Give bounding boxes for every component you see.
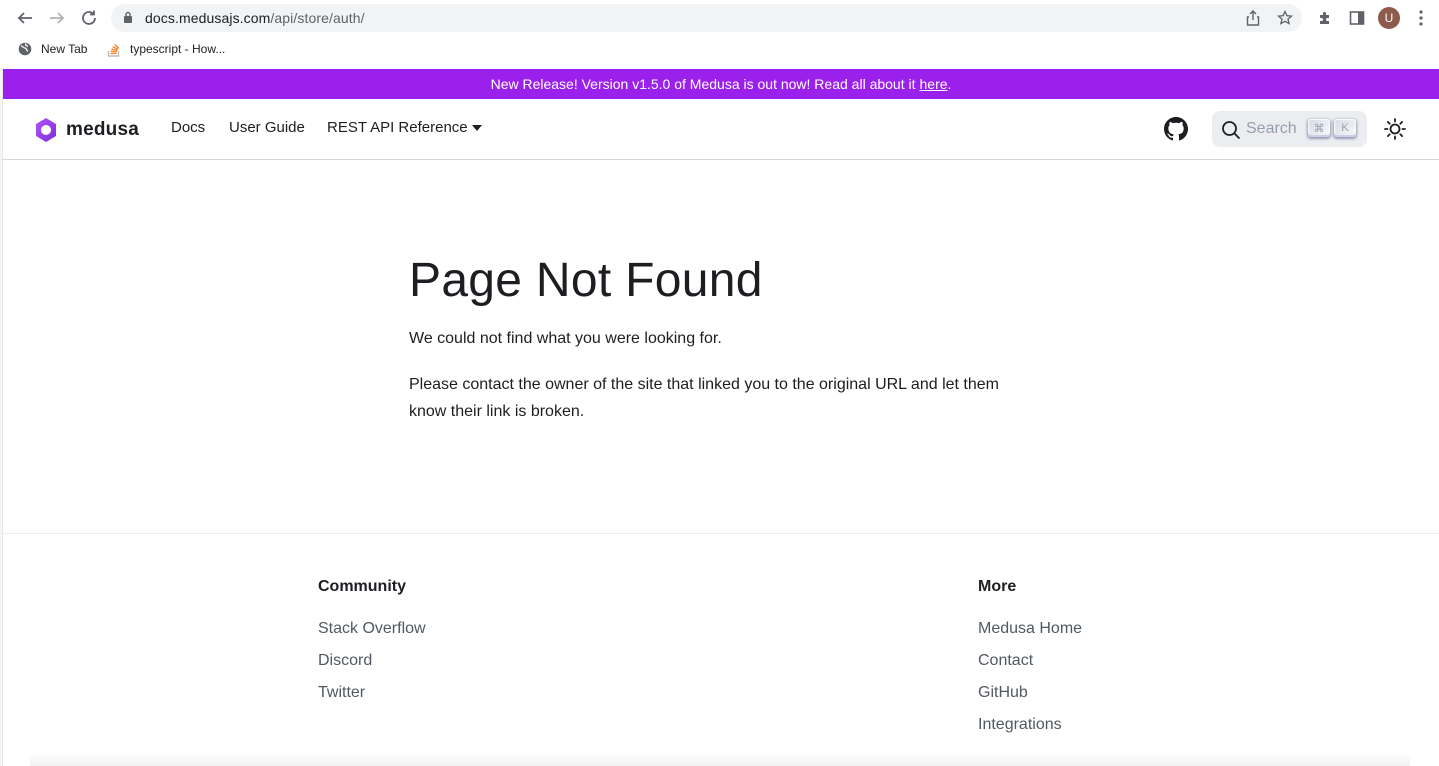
medusa-logo-icon: [36, 118, 56, 142]
github-icon[interactable]: [1164, 117, 1188, 141]
announcement-suffix: .: [947, 76, 952, 92]
footer-link-contact[interactable]: Contact: [978, 652, 1033, 670]
globe-icon: [17, 41, 33, 57]
stackoverflow-icon: [106, 41, 122, 57]
share-icon[interactable]: [1245, 10, 1261, 26]
browser-toolbar: docs.medusajs.com/api/store/auth/ U: [0, 0, 1439, 36]
footer-link-medusa-home[interactable]: Medusa Home: [978, 620, 1082, 638]
footer-community-title: Community: [318, 578, 406, 595]
bookmark-new-tab[interactable]: New Tab: [17, 41, 87, 57]
extensions-icon[interactable]: [1315, 8, 1335, 28]
bottom-shadow: [30, 752, 1410, 766]
search-button[interactable]: Search ⌘ K: [1212, 111, 1367, 147]
search-placeholder: Search: [1246, 120, 1297, 137]
nav-label: User Guide: [229, 119, 305, 136]
kbd-k: K: [1334, 119, 1356, 137]
page-title: Page Not Found: [409, 254, 763, 307]
contact-owner-message: Please contact the owner of the site tha…: [409, 376, 999, 420]
kbd-cmd: ⌘: [1308, 119, 1330, 137]
url-text: docs.medusajs.com/api/store/auth/: [145, 10, 365, 26]
announcement-text: New Release! Version v1.5.0 of Medusa is…: [490, 76, 916, 92]
reload-icon: [82, 10, 96, 25]
reload-button[interactable]: [77, 6, 101, 30]
logo-text: medusa: [66, 119, 140, 140]
back-button[interactable]: [13, 6, 37, 30]
url-domain: docs.medusajs.com: [145, 10, 271, 26]
search-icon: [1221, 120, 1241, 145]
forward-button[interactable]: [45, 6, 69, 30]
arrow-left-icon: [17, 12, 32, 24]
nav-docs[interactable]: Docs: [171, 119, 205, 136]
sun-icon[interactable]: [1383, 117, 1407, 141]
announcement-bar: New Release! Version v1.5.0 of Medusa is…: [3, 69, 1439, 99]
bookmark-label: typescript - How...: [130, 42, 226, 56]
footer-link-stack-overflow[interactable]: Stack Overflow: [318, 620, 426, 638]
nav-user-guide[interactable]: User Guide: [229, 119, 305, 136]
menu-kebab-icon[interactable]: [1411, 8, 1431, 28]
lock-icon: [123, 11, 133, 29]
side-panel-icon[interactable]: [1347, 8, 1367, 28]
caret-down-icon: [471, 124, 482, 131]
announcement-link[interactable]: here: [920, 76, 948, 92]
star-icon[interactable]: [1277, 10, 1293, 26]
main-content: Page Not Found We could not find what yo…: [3, 160, 1439, 534]
footer-more-title: More: [978, 578, 1017, 595]
not-found-message: We could not find what you were looking …: [409, 330, 722, 347]
footer-link-discord[interactable]: Discord: [318, 652, 372, 670]
bookmarks-bar: New Tab typescript - How...: [0, 36, 1439, 64]
address-bar[interactable]: docs.medusajs.com/api/store/auth/: [111, 4, 1302, 32]
site-navbar: medusa Docs User Guide REST API Referenc…: [3, 99, 1439, 160]
footer-link-github[interactable]: GitHub: [978, 684, 1028, 702]
site-footer: Community Stack Overflow Discord Twitter…: [3, 535, 1439, 766]
footer-link-integrations[interactable]: Integrations: [978, 716, 1062, 734]
bookmark-typescript[interactable]: typescript - How...: [106, 41, 225, 57]
footer-link-twitter[interactable]: Twitter: [318, 684, 365, 702]
nav-rest-api-reference[interactable]: REST API Reference: [327, 119, 482, 136]
arrow-right-icon: [50, 12, 65, 24]
nav-label: Docs: [171, 119, 206, 136]
bookmark-label: New Tab: [41, 42, 88, 56]
url-path: /api/store/auth/: [270, 10, 365, 26]
medusa-logo[interactable]: medusa: [34, 117, 139, 143]
profile-avatar[interactable]: U: [1378, 7, 1400, 29]
nav-label: REST API Reference: [327, 119, 468, 136]
